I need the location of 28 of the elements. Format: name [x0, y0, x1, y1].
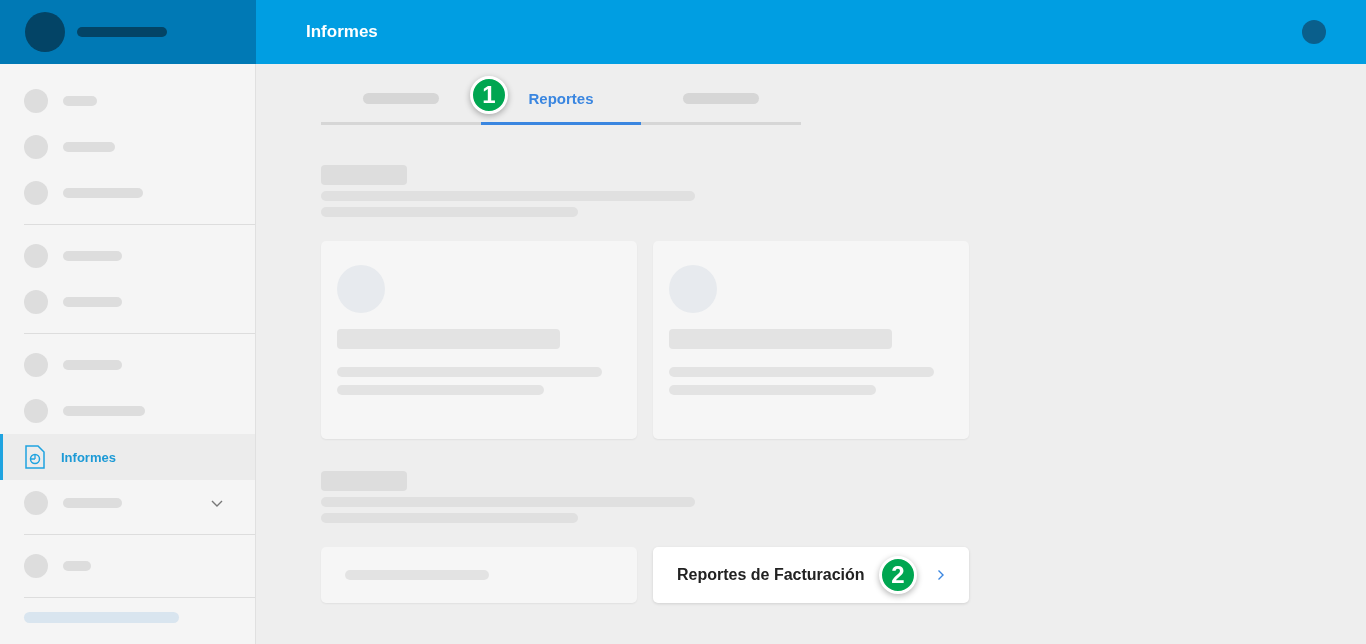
page-title: Informes	[306, 22, 378, 42]
placeholder-circle	[24, 353, 48, 377]
placeholder-circle	[24, 135, 48, 159]
placeholder-circle	[24, 244, 48, 268]
chevron-right-icon	[937, 569, 945, 581]
placeholder-bar	[63, 360, 122, 370]
report-document-icon	[24, 445, 46, 469]
placeholder-circle	[24, 399, 48, 423]
placeholder-circle	[24, 89, 48, 113]
placeholder-bar	[63, 142, 115, 152]
sidebar-label: Informes	[61, 449, 116, 465]
placeholder-circle	[24, 290, 48, 314]
sidebar-item[interactable]: Informes	[0, 434, 255, 480]
logo-icon	[25, 12, 65, 52]
placeholder-bar	[63, 96, 97, 106]
step-badge: 2	[879, 556, 917, 594]
placeholder-circle	[24, 181, 48, 205]
placeholder-circle	[24, 491, 48, 515]
report-link-card[interactable]: Reportes de Facturación 2	[653, 547, 969, 603]
avatar-icon[interactable]	[1302, 20, 1326, 44]
placeholder-circle	[24, 554, 48, 578]
placeholder-bar	[63, 561, 91, 571]
placeholder-bar	[63, 251, 122, 261]
chevron-down-icon[interactable]	[211, 500, 223, 508]
placeholder-bar	[63, 297, 122, 307]
tab[interactable]: Reportes	[522, 74, 600, 122]
placeholder-bar	[63, 498, 122, 508]
step-badge: 1	[470, 76, 508, 114]
